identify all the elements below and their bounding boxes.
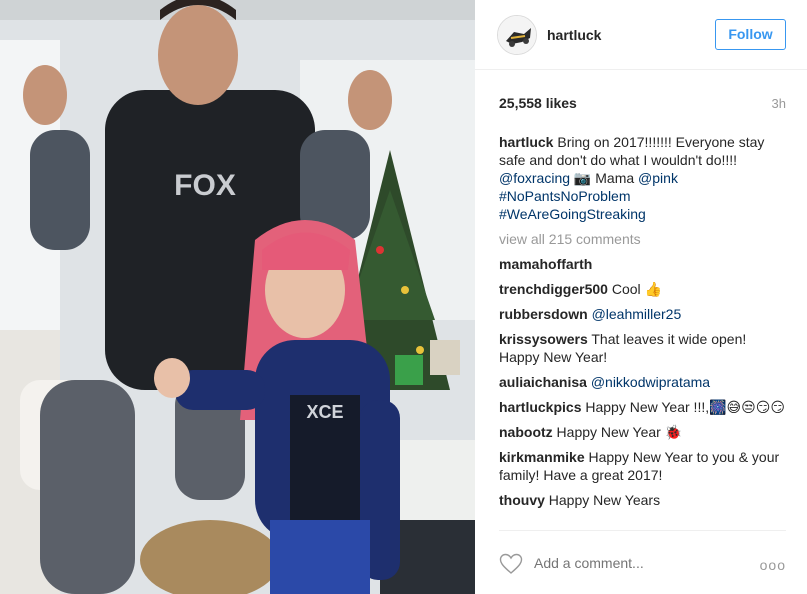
svg-text:FOX: FOX xyxy=(174,169,236,202)
avatar-logo xyxy=(498,16,536,54)
comment-item: nabootz Happy New Year 🐞 xyxy=(499,423,789,441)
comments-list: hartluck Bring on 2017!!!!!!! Everyone s… xyxy=(499,133,789,516)
mention-link[interactable]: @nikkodwipratama xyxy=(591,374,710,390)
add-comment-input[interactable] xyxy=(534,555,754,571)
post-sidebar: hartluck Follow 25,558 likes 3h hartluck… xyxy=(475,0,807,594)
comment-username[interactable]: mamahoffarth xyxy=(499,256,592,272)
mention-link[interactable]: @foxracing xyxy=(499,170,570,186)
comment-item: auliaichanisa @nikkodwipratama xyxy=(499,373,789,391)
post-timestamp[interactable]: 3h xyxy=(772,96,786,111)
comment-username[interactable]: thouvy xyxy=(499,492,545,508)
header-username[interactable]: hartluck xyxy=(547,27,601,43)
comment-username[interactable]: auliaichanisa xyxy=(499,374,587,390)
caption-username[interactable]: hartluck xyxy=(499,134,553,150)
photo-illustration: FOX XCE xyxy=(0,0,475,594)
likes-count[interactable]: 25,558 likes xyxy=(499,95,577,111)
view-all-comments-link[interactable]: view all 215 comments xyxy=(499,230,789,248)
post-footer: ooo xyxy=(499,530,786,594)
comment-username[interactable]: nabootz xyxy=(499,424,553,440)
caption: hartluck Bring on 2017!!!!!!! Everyone s… xyxy=(499,133,789,223)
svg-text:XCE: XCE xyxy=(306,402,343,422)
post-header: hartluck Follow xyxy=(475,0,807,70)
comment-item: trenchdigger500 Cool 👍 xyxy=(499,280,789,298)
follow-button[interactable]: Follow xyxy=(715,19,786,50)
comment-item: thouvy Happy New Years xyxy=(499,491,789,509)
comment-item: hartluckpics Happy New Year !!!,🎆😅😒😏😏 xyxy=(499,398,789,416)
comment-text: Cool 👍 xyxy=(607,281,662,297)
post-stats: 25,558 likes 3h xyxy=(499,95,786,115)
mention-link[interactable]: @pink xyxy=(638,170,678,186)
comment-username[interactable]: kirkmanmike xyxy=(499,449,585,465)
post-photo[interactable]: FOX XCE xyxy=(0,0,475,594)
hashtag-link[interactable]: #NoPantsNoProblem xyxy=(499,188,631,204)
comment-item: rubbersdown @leahmiller25 xyxy=(499,305,789,323)
comment-text: Happy New Years xyxy=(544,492,661,508)
comment-text: Happy New Year !!!,🎆😅😒😏😏 xyxy=(581,399,785,415)
comment-item: kirkmanmike Happy New Year to you & your… xyxy=(499,448,789,484)
hashtag-link[interactable]: #WeAreGoingStreaking xyxy=(499,206,646,222)
comment-username[interactable]: trenchdigger500 xyxy=(499,281,608,297)
heart-icon[interactable] xyxy=(499,553,523,575)
ellipsis-icon[interactable]: ooo xyxy=(760,557,786,573)
camera-emoji: 📷 xyxy=(573,170,592,186)
comment-username[interactable]: hartluckpics xyxy=(499,399,581,415)
comment-username[interactable]: krissysowers xyxy=(499,331,588,347)
mention-link[interactable]: @leahmiller25 xyxy=(592,306,682,322)
comment-username[interactable]: rubbersdown xyxy=(499,306,588,322)
comment-item: krissysowers That leaves it wide open! H… xyxy=(499,330,789,366)
comment-text: Happy New Year 🐞 xyxy=(552,424,683,440)
caption-text: Mama xyxy=(591,170,639,186)
avatar[interactable] xyxy=(497,15,537,55)
comment-item: mamahoffarth xyxy=(499,255,789,273)
